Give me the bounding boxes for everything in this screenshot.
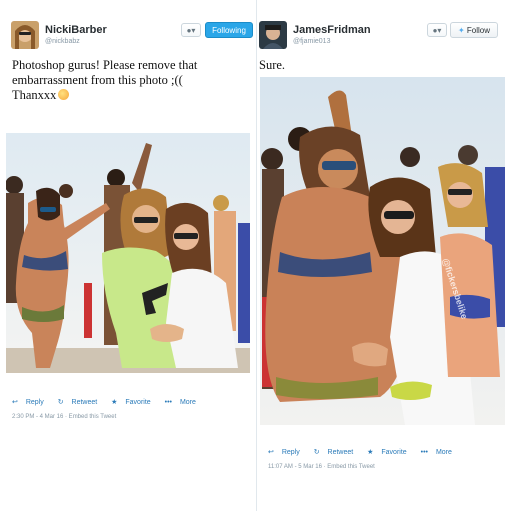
reply-icon: ↩ <box>12 399 18 406</box>
retweet-action[interactable]: ↻ Retweet <box>58 399 104 406</box>
tweet-timestamp[interactable]: 2:30 PM - 4 Mar 16 · Embed this Tweet <box>12 414 116 420</box>
user-handle[interactable]: @fjamie013 <box>293 38 330 45</box>
tweet-text: Photoshop gurus! Please remove that emba… <box>12 58 252 103</box>
more-action[interactable]: ••• More <box>421 449 458 456</box>
retweet-icon: ↻ <box>313 449 320 456</box>
reply-action[interactable]: ↩ Reply <box>268 449 306 456</box>
favorite-action[interactable]: ★ Favorite <box>367 449 413 456</box>
twitter-bird-icon: ✦ <box>457 26 465 35</box>
tweet-photo[interactable]: @fickersbelike <box>260 77 505 425</box>
tweet-actions: ↩ Reply ↻ Retweet ★ Favorite ••• More <box>268 448 464 456</box>
star-icon: ★ <box>367 449 374 456</box>
tweet-text-line: Photoshop gurus! Please remove that <box>12 58 198 72</box>
reply-icon: ↩ <box>268 449 274 456</box>
favorite-action[interactable]: ★ Favorite <box>111 399 157 406</box>
left-tweet: NickiBarber @nickbabz ●▾ Following Photo… <box>0 0 256 511</box>
tweet-text: Sure. <box>259 58 286 72</box>
display-name[interactable]: JamesFridman <box>293 24 371 36</box>
right-tweet: JamesFridman @fjamie013 ●▾ ✦ Follow Sure… <box>257 0 512 511</box>
tweet-text-line: embarrassment from this photo ;(( <box>12 73 183 87</box>
user-actions-dropdown[interactable]: ●▾ <box>427 23 447 37</box>
chevron-down-icon: ▾ <box>191 26 196 35</box>
more-icon: ••• <box>164 399 172 406</box>
avatar[interactable] <box>259 21 287 49</box>
avatar[interactable] <box>11 21 39 49</box>
star-icon: ★ <box>111 399 118 406</box>
reply-action[interactable]: ↩ Reply <box>12 399 50 406</box>
display-name[interactable]: NickiBarber <box>45 24 107 36</box>
emoji-icon <box>58 89 70 100</box>
retweet-icon: ↻ <box>57 399 64 406</box>
more-action[interactable]: ••• More <box>165 399 202 406</box>
chevron-down-icon: ▾ <box>437 26 442 35</box>
following-button[interactable]: Following <box>205 22 253 38</box>
retweet-action[interactable]: ↻ Retweet <box>314 449 360 456</box>
follow-button[interactable]: ✦ Follow <box>450 22 498 38</box>
user-handle[interactable]: @nickbabz <box>45 38 80 45</box>
more-icon: ••• <box>420 449 428 456</box>
tweet-actions: ↩ Reply ↻ Retweet ★ Favorite ••• More <box>12 398 208 406</box>
tweet-photo[interactable] <box>6 133 250 373</box>
tweet-timestamp[interactable]: 11:07 AM - 5 Mar 16 · Embed this Tweet <box>268 464 375 470</box>
user-actions-dropdown[interactable]: ●▾ <box>181 23 201 37</box>
tweet-text-line: Thanxxx <box>12 88 57 102</box>
